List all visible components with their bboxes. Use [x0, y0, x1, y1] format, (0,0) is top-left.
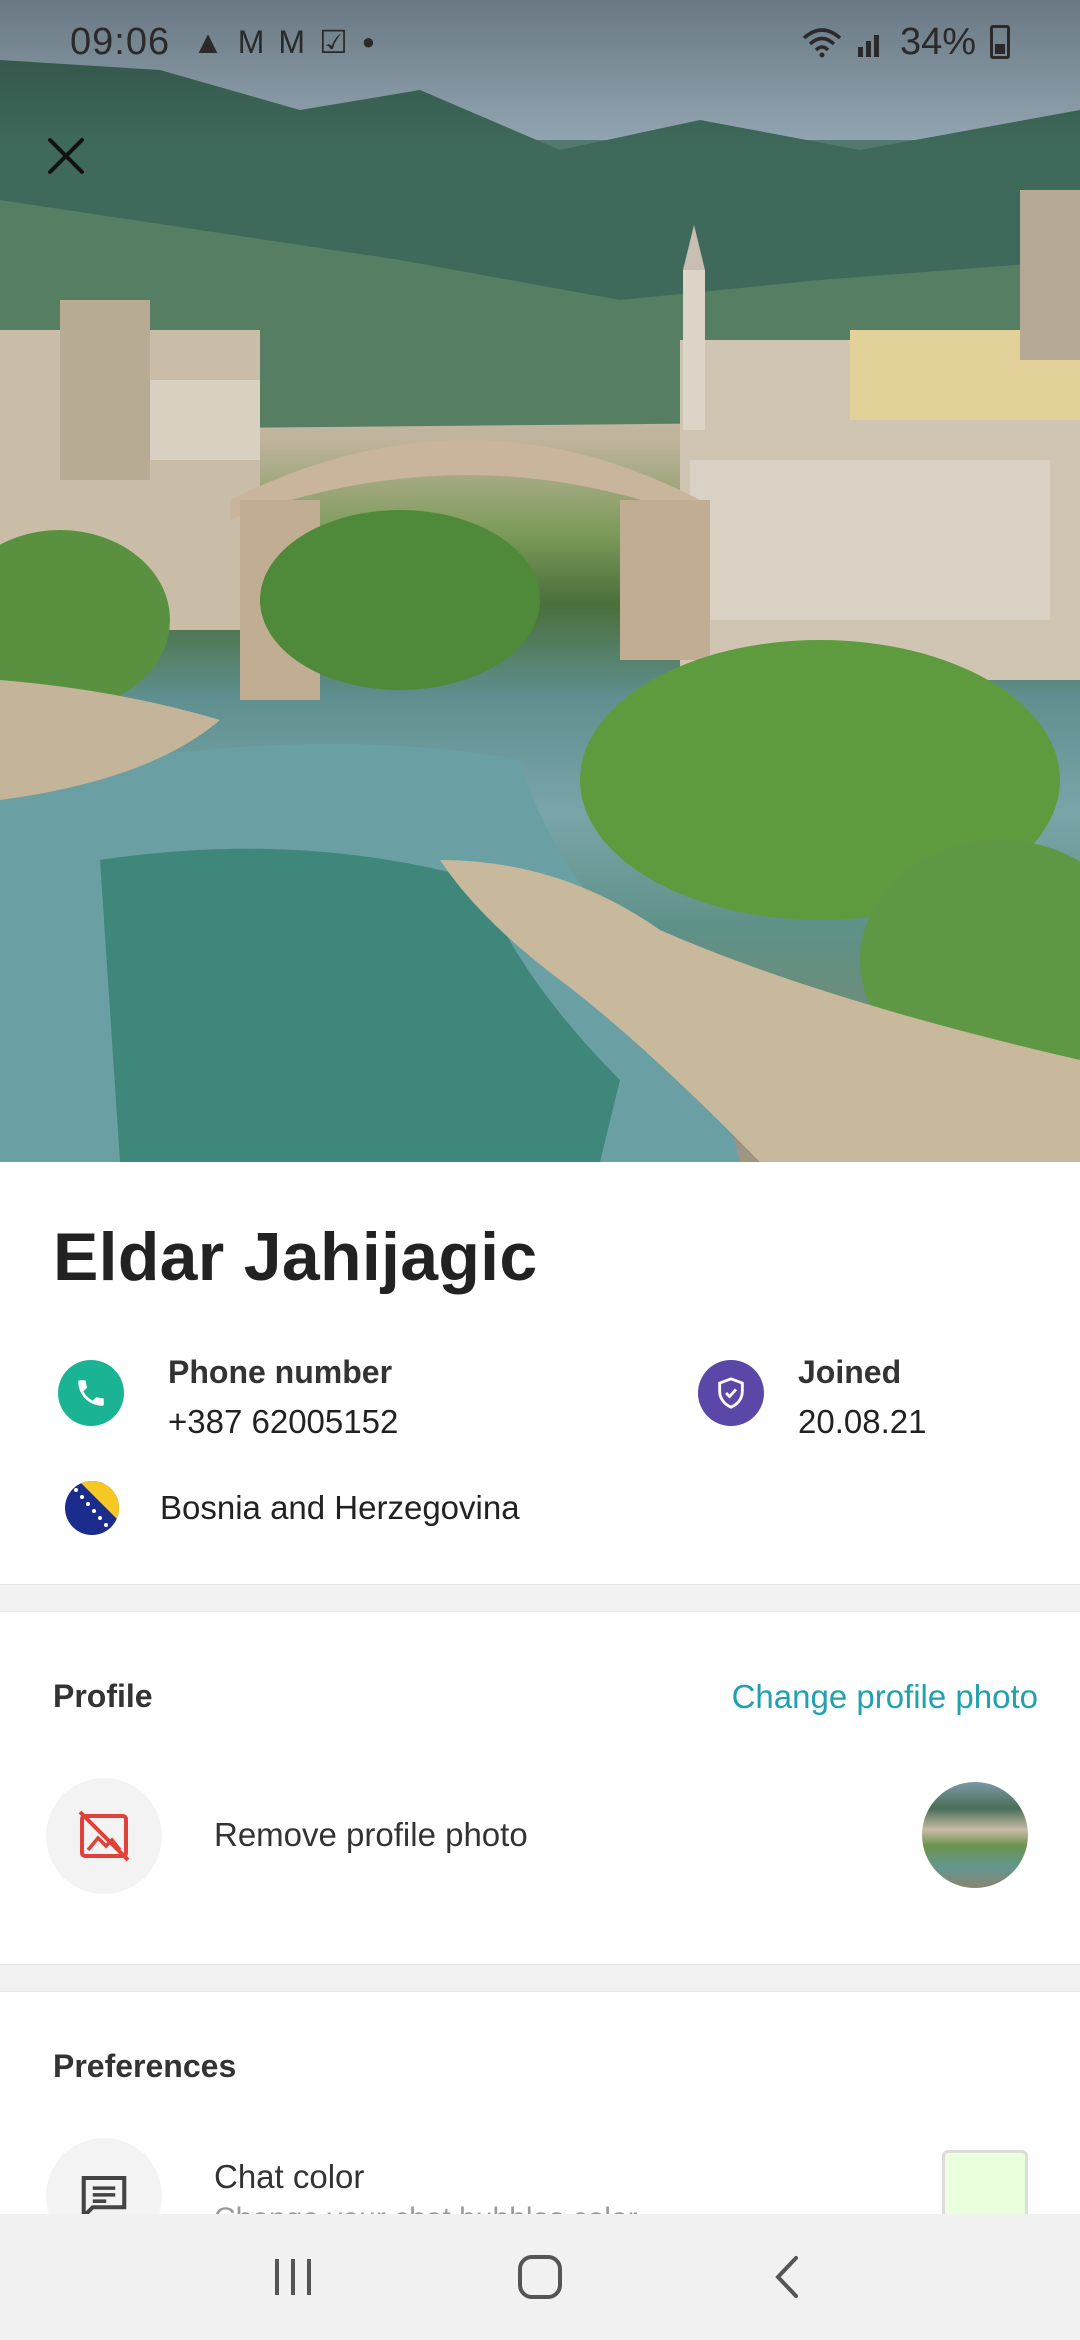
preferences-section-title: Preferences	[53, 2048, 237, 2084]
system-navigation-bar	[0, 2214, 1080, 2340]
gmail-icon: M	[237, 23, 265, 60]
country-label: Bosnia and Herzegovina	[160, 1489, 520, 1526]
profile-section-title: Profile	[53, 1678, 153, 1714]
close-button[interactable]	[38, 128, 94, 184]
wifi-icon	[802, 28, 842, 58]
battery-percent: 34%	[899, 20, 976, 63]
section-divider	[0, 1584, 1080, 1612]
battery-icon	[990, 25, 1010, 59]
notification-icon: ▲	[192, 23, 224, 60]
chat-color-swatch[interactable]	[942, 2150, 1028, 2214]
task-icon: ☑	[319, 24, 348, 60]
profile-section: Profile Change profile photo Remove prof…	[0, 1612, 1080, 1964]
cover-photo	[0, 0, 1080, 1162]
back-button[interactable]	[747, 2237, 827, 2317]
joined-item: Joined 20.08.21	[698, 1354, 927, 1441]
bosnia-flag-icon	[65, 1481, 119, 1535]
home-button[interactable]	[500, 2237, 580, 2317]
recent-apps-button[interactable]	[253, 2237, 333, 2317]
remove-photo-icon	[78, 1810, 130, 1862]
signal-icon	[857, 35, 879, 57]
change-profile-photo-link[interactable]: Change profile photo	[732, 1678, 1038, 1716]
status-time: 09:06	[70, 20, 171, 63]
contact-info-section: Eldar Jahijagic Phone number +387 620051…	[0, 1162, 1080, 1584]
remove-photo-button[interactable]	[46, 1778, 162, 1894]
recent-apps-icon	[275, 2259, 312, 2295]
close-icon	[48, 138, 84, 174]
gmail-icon: M	[278, 23, 306, 60]
remove-photo-label[interactable]: Remove profile photo	[214, 1816, 528, 1854]
status-bar: 09:06 ▲ M M ☑ ● 34%	[0, 0, 1080, 84]
home-icon	[517, 2255, 562, 2299]
status-system-icons: 34%	[802, 21, 1010, 64]
back-icon	[774, 2256, 798, 2298]
section-divider	[0, 1964, 1080, 1992]
chat-color-label[interactable]: Chat color	[214, 2158, 364, 2196]
chat-color-description: Change your chat bubbles color	[214, 2202, 638, 2214]
chat-bubble-icon	[81, 2175, 127, 2214]
chat-color-button[interactable]	[46, 2138, 162, 2214]
country-item: Bosnia and Herzegovina	[64, 1480, 520, 1536]
contact-name: Eldar Jahijagic	[53, 1219, 538, 1295]
shield-check-icon	[698, 1360, 764, 1426]
status-notification-icons: ▲ M M ☑ ●	[192, 23, 375, 61]
profile-photo-thumbnail[interactable]	[922, 1782, 1028, 1888]
phone-number-item[interactable]: Phone number +387 62005152	[58, 1354, 399, 1441]
cover-photo-illustration	[0, 0, 1080, 1162]
phone-icon	[58, 1360, 124, 1426]
preferences-section: Preferences Chat color Change your chat …	[0, 1992, 1080, 2214]
phone-value: +387 62005152	[168, 1403, 399, 1440]
phone-label: Phone number	[168, 1354, 393, 1390]
joined-value: 20.08.21	[798, 1403, 927, 1440]
joined-label: Joined	[798, 1354, 902, 1390]
dot-icon: ●	[361, 29, 376, 54]
